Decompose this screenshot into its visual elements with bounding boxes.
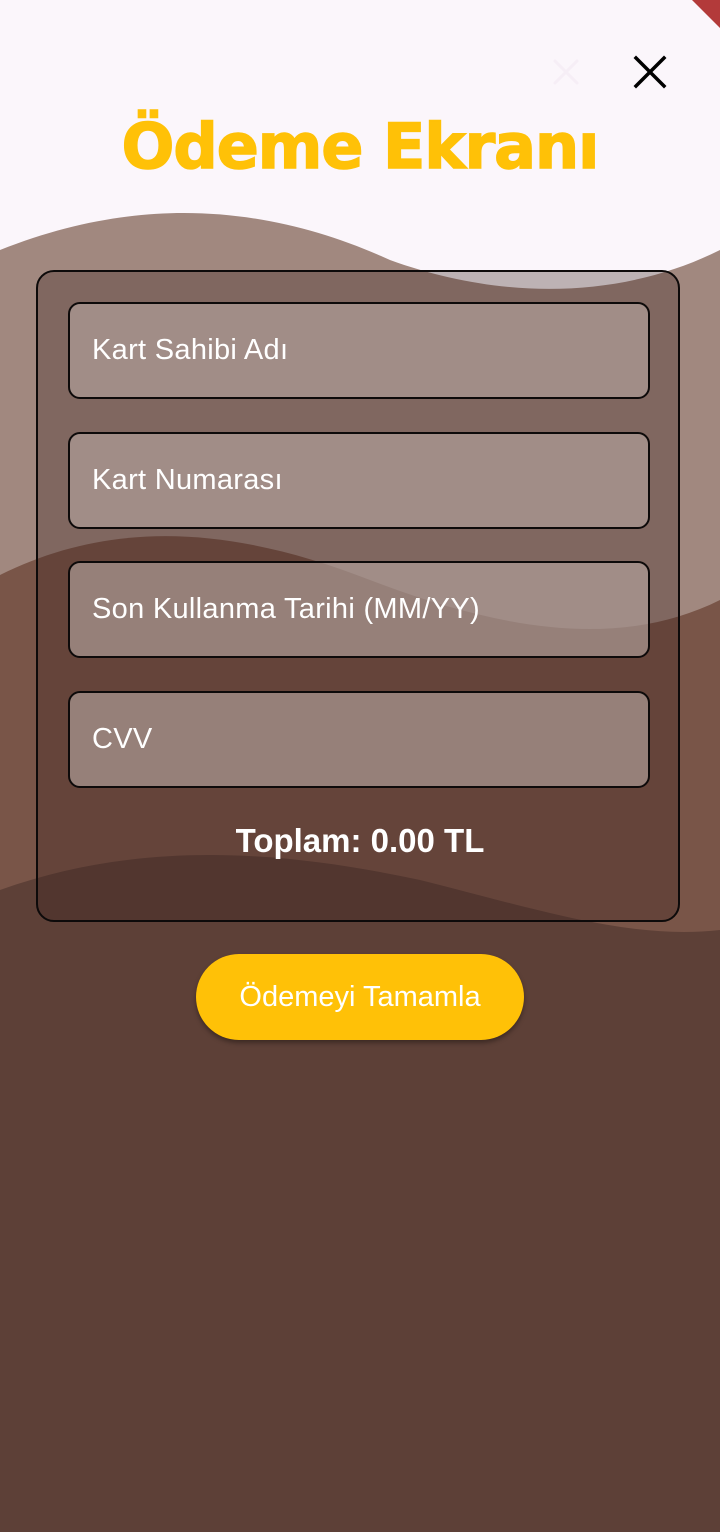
cardholder-name-input[interactable] bbox=[90, 333, 648, 368]
ghost-close-icon bbox=[553, 59, 579, 85]
close-button[interactable] bbox=[620, 42, 680, 102]
total-amount: Toplam: 0.00 TL bbox=[235, 822, 485, 859]
payment-form-card: Toplam: 0.00 TL bbox=[36, 270, 680, 922]
close-icon bbox=[633, 55, 667, 89]
page-title: Ödeme Ekranı bbox=[121, 109, 600, 184]
debug-banner bbox=[692, 0, 720, 28]
cardholder-name-field[interactable] bbox=[68, 302, 650, 399]
expiry-date-field[interactable] bbox=[68, 561, 650, 658]
card-number-input[interactable] bbox=[90, 463, 648, 498]
cvv-field[interactable] bbox=[68, 691, 650, 788]
cvv-input[interactable] bbox=[90, 722, 648, 757]
card-number-field[interactable] bbox=[68, 432, 650, 529]
complete-payment-button[interactable]: Ödemeyi Tamamla bbox=[196, 954, 524, 1040]
expiry-date-input[interactable] bbox=[90, 592, 648, 627]
